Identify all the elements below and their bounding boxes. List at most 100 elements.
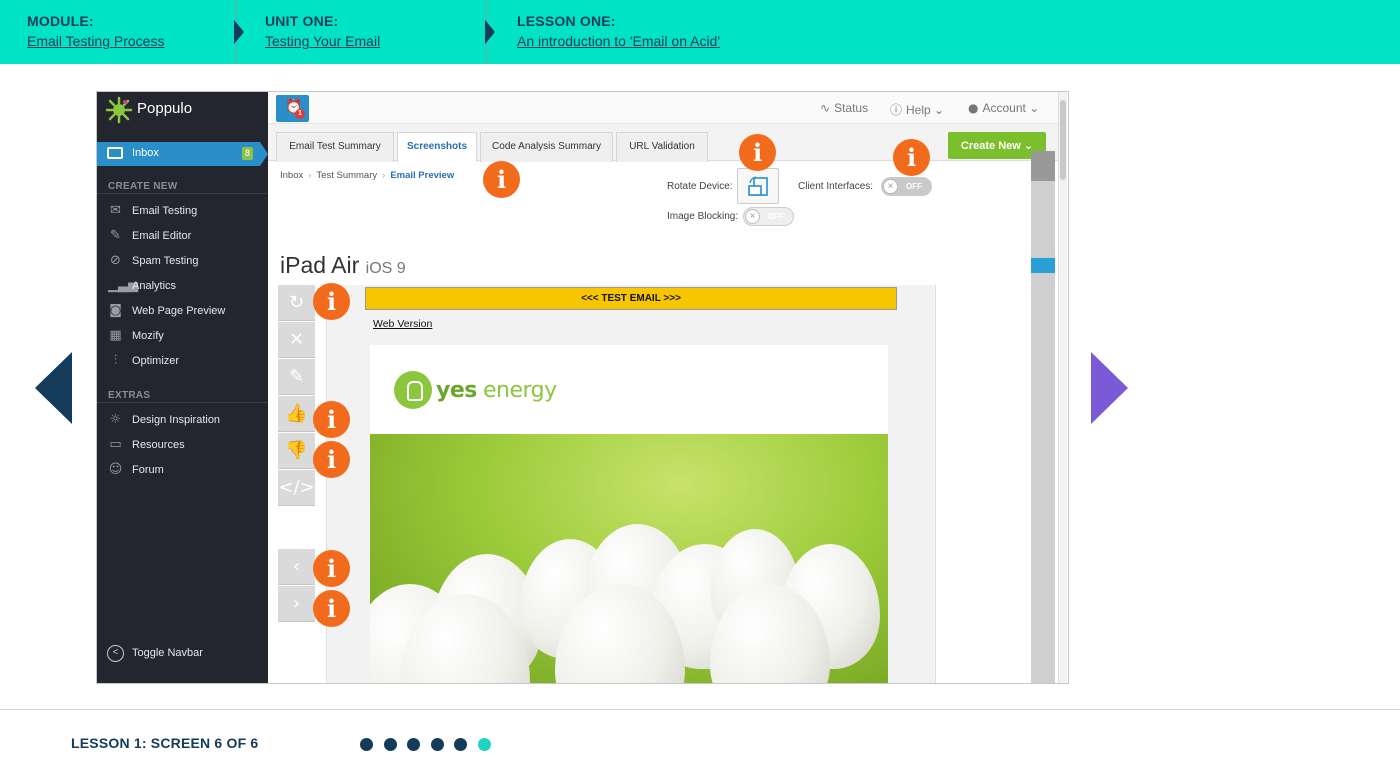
tab-screenshots[interactable]: Screenshots xyxy=(397,132,477,162)
inbox-stack-icon xyxy=(1031,151,1055,181)
sidebar-item-forum[interactable]: ☺ Forum xyxy=(97,459,268,481)
progress-dot[interactable] xyxy=(360,738,373,751)
help-menu[interactable]: ⓘ Help ⌄ xyxy=(890,101,948,118)
sidebar-item-label: Email Editor xyxy=(132,230,192,242)
lightbulb-icon: ☼ xyxy=(109,412,122,427)
code-icon[interactable]: </> xyxy=(278,470,315,506)
status-link[interactable]: ∿ Status xyxy=(820,101,868,115)
sidebar-item-label: Email Testing xyxy=(132,205,198,217)
sidebar-item-analytics[interactable]: ▁▃▅ Analytics xyxy=(97,275,268,297)
footer-divider xyxy=(0,709,1400,710)
client-interfaces-label: Client Interfaces: xyxy=(798,181,874,192)
sidebar-item-label: Spam Testing xyxy=(132,255,199,267)
thumbs-up-icon[interactable]: 👍 xyxy=(278,396,315,432)
tab-code-analysis-summary[interactable]: Code Analysis Summary xyxy=(480,132,613,162)
info-hotspot-icon[interactable]: i xyxy=(483,161,520,198)
alarm-button[interactable]: ⏰ 1 xyxy=(276,95,309,122)
module-link[interactable]: Email Testing Process xyxy=(27,33,164,49)
progress-dot[interactable] xyxy=(383,738,397,751)
edit-icon: ✎ xyxy=(110,228,121,243)
previous-screen-arrow-icon[interactable] xyxy=(35,352,72,424)
account-menu[interactable]: ● Account ⌄ xyxy=(968,101,1043,115)
app-screenshot: Poppulo Inbox 8 CREATE NEW ✉ Email Testi… xyxy=(96,91,1069,684)
inbox-count-badge: 8 xyxy=(242,147,253,160)
window-scrollbar[interactable] xyxy=(1058,92,1067,683)
lesson-link[interactable]: An introduction to 'Email on Acid' xyxy=(517,33,720,49)
brand: Poppulo xyxy=(97,92,268,130)
grid-icon: ▦ xyxy=(109,328,122,343)
sidebar-item-label: Inbox xyxy=(132,147,159,159)
breadcrumb-email-preview: Email Preview xyxy=(390,170,455,181)
email-preview-pane: <<< TEST EMAIL >>> Web Version yes energ… xyxy=(326,285,936,683)
divider xyxy=(97,402,268,403)
close-icon: × xyxy=(745,209,760,224)
info-hotspot-icon[interactable]: i xyxy=(313,401,350,438)
refresh-icon[interactable]: ↻ xyxy=(278,285,315,321)
tabs-row: Email Test Summary Screenshots Code Anal… xyxy=(268,124,1058,162)
brand-name: Poppulo xyxy=(137,100,193,117)
breadcrumb-test-summary[interactable]: Test Summary xyxy=(316,170,377,181)
screen-counter: LESSON 1: SCREEN 6 OF 6 xyxy=(71,735,259,751)
module-crumb: MODULE: Email Testing Process xyxy=(27,0,164,64)
toggle-navbar-button[interactable]: < Toggle Navbar xyxy=(97,642,268,664)
inbox-icon xyxy=(107,147,123,159)
breadcrumb-inbox[interactable]: Inbox xyxy=(280,170,303,181)
tab-url-validation[interactable]: URL Validation xyxy=(616,132,708,162)
next-client-icon[interactable]: › xyxy=(278,586,315,622)
rotate-device-icon xyxy=(748,176,768,196)
bar-chart-icon: ▁▃▅ xyxy=(108,278,138,293)
sidebar-item-inbox[interactable]: Inbox 8 xyxy=(97,142,260,166)
sidebar-item-optimizer[interactable]: ⫶ Optimizer xyxy=(97,350,268,372)
ban-icon: ⊘ xyxy=(110,253,121,268)
camera-icon: ◙ xyxy=(109,303,122,318)
info-hotspot-icon[interactable]: i xyxy=(739,134,776,171)
pulse-icon: ∿ xyxy=(820,101,831,115)
client-interfaces-toggle[interactable]: × OFF xyxy=(881,177,932,196)
rotate-device-button[interactable] xyxy=(737,168,779,204)
lightbulb-icon xyxy=(394,371,432,409)
image-blocking-toggle[interactable]: × OFF xyxy=(743,207,794,226)
progress-dot[interactable] xyxy=(430,738,444,751)
user-avatar-icon: ● xyxy=(968,101,979,115)
lesson-label: LESSON ONE: xyxy=(517,13,616,29)
sidebar-item-design-inspiration[interactable]: ☼ Design Inspiration xyxy=(97,409,268,431)
unit-link[interactable]: Testing Your Email xyxy=(265,33,380,49)
users-icon: ☺ xyxy=(108,462,123,477)
chevron-down-icon: ⌄ xyxy=(934,103,945,117)
sidebar-item-resources[interactable]: ▭ Resources xyxy=(97,434,268,456)
divider xyxy=(97,193,268,194)
rotate-device-label: Rotate Device: xyxy=(667,181,733,192)
info-hotspot-icon[interactable]: i xyxy=(313,550,350,587)
poppulo-logo-icon xyxy=(105,96,133,124)
scrollbar-thumb[interactable] xyxy=(1060,100,1066,180)
pencil-icon[interactable]: ✎ xyxy=(278,359,315,395)
tools-icon[interactable]: ✕ xyxy=(278,322,315,358)
thumbs-down-icon[interactable]: 👎 xyxy=(278,433,315,469)
main-content: ⏰ 1 ∿ Status ⓘ Help ⌄ ● Account ⌄ Email Tes… xyxy=(268,92,1068,683)
progress-dot[interactable] xyxy=(477,738,491,751)
sidebar-item-email-testing[interactable]: ✉ Email Testing xyxy=(97,200,268,222)
info-hotspot-icon[interactable]: i xyxy=(313,283,350,320)
sidebar-item-web-page-preview[interactable]: ◙ Web Page Preview xyxy=(97,300,268,322)
progress-dot[interactable] xyxy=(407,738,420,751)
chevron-right-icon xyxy=(234,0,248,64)
sidebar-item-email-editor[interactable]: ✎ Email Editor xyxy=(97,225,268,247)
next-screen-arrow-icon[interactable] xyxy=(1091,352,1128,424)
web-version-link[interactable]: Web Version xyxy=(373,318,432,330)
image-blocking-label: Image Blocking: xyxy=(667,211,739,222)
info-hotspot-icon[interactable]: i xyxy=(893,139,930,176)
folder-icon: ▭ xyxy=(109,437,122,452)
breadcrumb: Inbox › Test Summary › Email Preview xyxy=(280,170,455,181)
module-label: MODULE: xyxy=(27,13,94,29)
sidebar-item-spam-testing[interactable]: ⊘ Spam Testing xyxy=(97,250,268,272)
preview-scrollbar[interactable] xyxy=(1031,151,1055,683)
previous-client-icon[interactable]: ‹ xyxy=(278,549,315,585)
info-hotspot-icon[interactable]: i xyxy=(313,590,350,627)
close-icon: × xyxy=(883,179,898,194)
tab-email-test-summary[interactable]: Email Test Summary xyxy=(276,132,394,162)
sidebar-item-label: Design Inspiration xyxy=(132,414,221,426)
info-hotspot-icon[interactable]: i xyxy=(313,441,350,478)
sidebar-item-mozify[interactable]: ▦ Mozify xyxy=(97,325,268,347)
scrollbar-thumb[interactable] xyxy=(1031,258,1055,273)
progress-dot[interactable] xyxy=(454,738,467,751)
